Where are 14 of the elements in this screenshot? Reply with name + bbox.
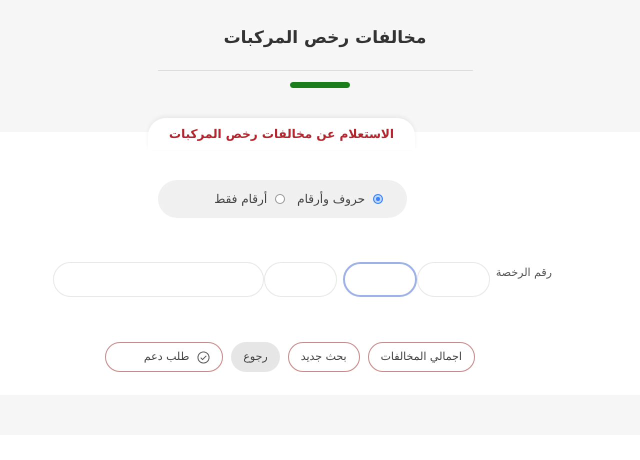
support-button[interactable]: طلب دعم bbox=[105, 342, 224, 372]
radio-option[interactable]: أرقام فقط bbox=[214, 190, 286, 208]
radio-button[interactable] bbox=[275, 194, 286, 204]
action-button[interactable]: بحث جديد bbox=[288, 342, 360, 372]
radio-button[interactable] bbox=[373, 194, 383, 204]
action-button[interactable]: اجمالي المخالفات bbox=[368, 342, 475, 372]
section-tab[interactable]: الاستعلام عن مخالفات رخص المركبات bbox=[148, 118, 415, 150]
check-circle-icon bbox=[197, 350, 210, 364]
page-title: مخالفات رخص المركبات bbox=[224, 27, 426, 50]
accent-bar bbox=[290, 82, 350, 88]
field-label: رقم الرخصة bbox=[496, 265, 552, 281]
input-field[interactable] bbox=[342, 262, 417, 297]
radio-option[interactable]: حروف وأرقام bbox=[297, 190, 383, 208]
back-button[interactable]: رجوع bbox=[231, 342, 280, 372]
